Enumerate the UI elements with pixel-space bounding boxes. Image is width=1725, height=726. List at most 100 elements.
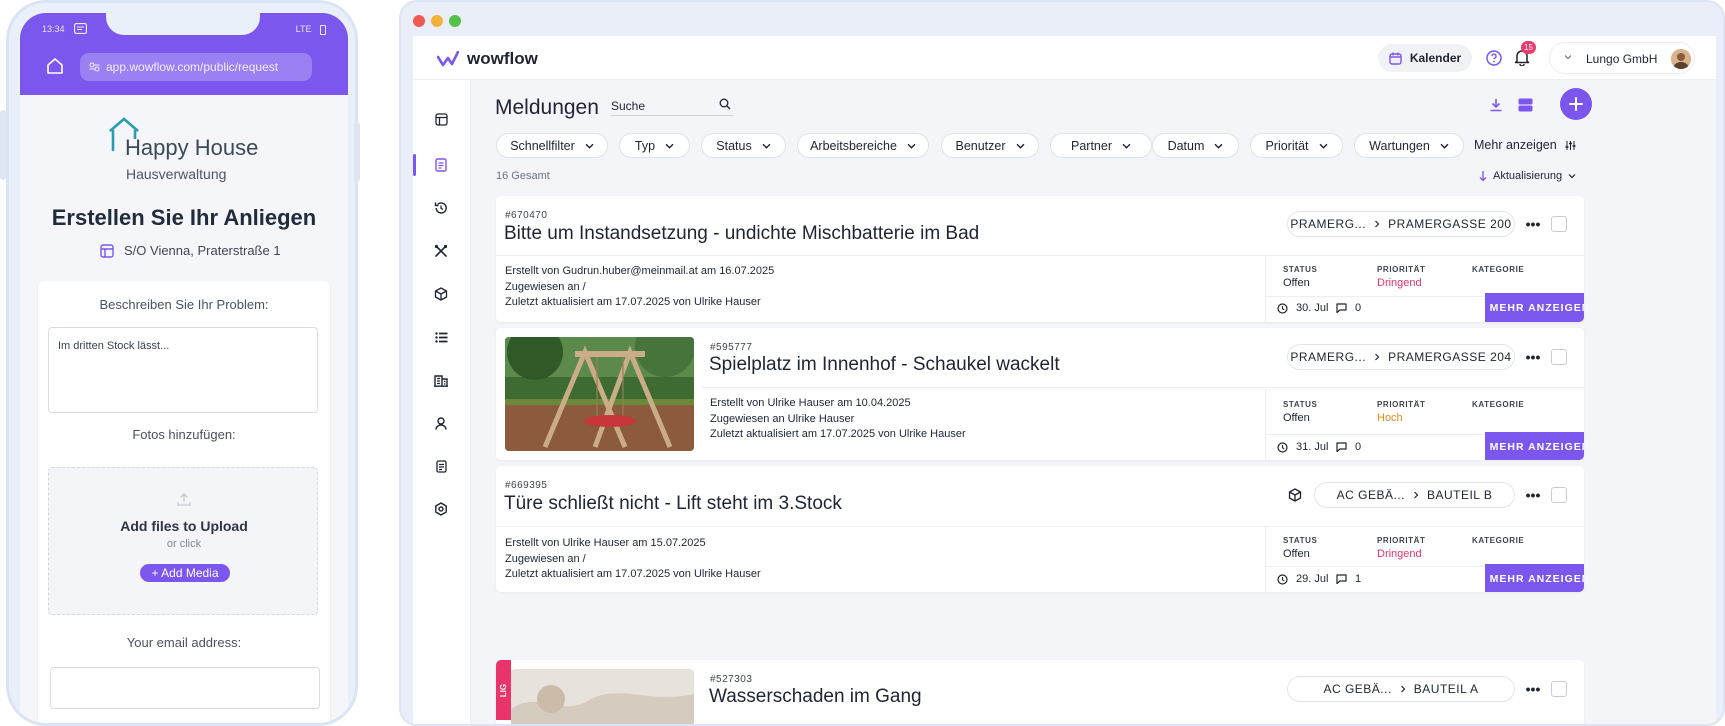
select-checkbox[interactable] bbox=[1551, 681, 1567, 697]
priority-header: PRIORITÄT bbox=[1377, 265, 1426, 274]
home-icon[interactable] bbox=[46, 57, 64, 75]
history-icon[interactable] bbox=[430, 197, 452, 219]
location-breadcrumb[interactable]: AC GEBÄ... BAUTEIL B bbox=[1314, 482, 1515, 508]
buildings-icon[interactable] bbox=[430, 369, 452, 391]
filter-status[interactable]: Status bbox=[701, 133, 786, 158]
chevron-right-icon bbox=[1400, 685, 1406, 693]
chevron-down-icon bbox=[1016, 143, 1025, 149]
report-id: #527303 bbox=[710, 674, 753, 685]
report-title[interactable]: Wasserschaden im Gang bbox=[709, 686, 922, 708]
select-checkbox[interactable] bbox=[1551, 349, 1567, 365]
search-input[interactable]: Suche bbox=[611, 96, 733, 116]
sort-label: Aktualisierung bbox=[1493, 170, 1563, 182]
filter-benutzer[interactable]: Benutzer bbox=[941, 133, 1039, 158]
clock-icon bbox=[1277, 302, 1288, 314]
filter-schnellfilter[interactable]: Schnellfilter bbox=[496, 133, 608, 158]
calendar-button[interactable]: Kalender bbox=[1378, 44, 1472, 72]
filter-priorität[interactable]: Priorität bbox=[1250, 133, 1343, 158]
notification-badge: 15 bbox=[1521, 41, 1536, 54]
location-child: PRAMERGASSE 200 bbox=[1388, 217, 1512, 231]
card-divider bbox=[1265, 387, 1266, 460]
sort-arrow-icon bbox=[1479, 170, 1487, 182]
location-text: S/O Vienna, Praterstraße 1 bbox=[124, 243, 281, 258]
add-report-button[interactable] bbox=[1560, 88, 1592, 120]
chevron-right-icon bbox=[1413, 491, 1419, 499]
select-checkbox[interactable] bbox=[1551, 216, 1567, 232]
filter-label: Typ bbox=[634, 138, 656, 153]
filter-label: Schnellfilter bbox=[510, 138, 575, 153]
more-options-icon[interactable]: ••• bbox=[1526, 681, 1541, 697]
sort-dropdown[interactable]: Aktualisierung bbox=[1479, 170, 1576, 182]
phone-side-button bbox=[0, 110, 6, 180]
report-card[interactable]: #595777 Spielplatz im Innenhof - Schauke… bbox=[496, 328, 1584, 460]
search-icon[interactable] bbox=[719, 98, 731, 110]
show-more-button[interactable]: MEHR ANZEIGEN bbox=[1485, 564, 1584, 592]
phone-notch bbox=[106, 13, 260, 35]
report-title[interactable]: Türe schließt nicht - Lift steht im 3.St… bbox=[504, 493, 842, 515]
url-text: app.wowflow.com/public/request bbox=[106, 60, 279, 74]
filter-wartungen[interactable]: Wartungen bbox=[1354, 133, 1464, 158]
more-options-icon[interactable]: ••• bbox=[1526, 216, 1541, 232]
chevron-down-icon bbox=[1319, 143, 1328, 149]
location-breadcrumb[interactable]: PRAMERG... PRAMERGASSE 200 bbox=[1287, 211, 1515, 237]
plus-icon bbox=[1569, 97, 1583, 111]
brand-subtitle: Hausverwaltung bbox=[126, 166, 227, 182]
report-card[interactable]: #669395 Türe schließt nicht - Lift steht… bbox=[496, 466, 1584, 592]
report-photo-playground[interactable] bbox=[505, 337, 694, 451]
sliders-icon bbox=[1565, 140, 1576, 151]
settings-gear-icon[interactable] bbox=[430, 498, 452, 520]
report-meta: Erstellt von Gudrun.huber@meinmail.at am… bbox=[505, 265, 775, 308]
report-title[interactable]: Bitte um Instandsetzung - undichte Misch… bbox=[504, 223, 979, 245]
brand-logo[interactable]: wowflow bbox=[437, 49, 538, 69]
show-more-button[interactable]: MEHR ANZEIGEN bbox=[1485, 293, 1584, 322]
chevron-down-icon bbox=[1122, 143, 1131, 149]
upload-icon bbox=[177, 492, 191, 506]
filter-partner[interactable]: Partner bbox=[1050, 133, 1152, 158]
help-icon[interactable] bbox=[1486, 50, 1502, 66]
download-icon[interactable] bbox=[1489, 98, 1503, 112]
card-view-icon[interactable] bbox=[1518, 98, 1533, 112]
upload-hint: or click bbox=[166, 538, 202, 550]
account-switcher[interactable]: Lungo GmbH bbox=[1549, 42, 1695, 74]
select-checkbox[interactable] bbox=[1551, 487, 1567, 503]
card-divider bbox=[1265, 526, 1266, 592]
cube-icon bbox=[1288, 488, 1302, 502]
url-bar[interactable]: app.wowflow.com/public/request bbox=[80, 53, 312, 81]
report-title[interactable]: Spielplatz im Innenhof - Schaukel wackel… bbox=[709, 354, 1060, 376]
add-media-button[interactable]: + Add Media bbox=[140, 564, 230, 582]
email-field[interactable] bbox=[50, 667, 320, 709]
reports-icon[interactable] bbox=[430, 154, 452, 176]
maximize-window-dot[interactable] bbox=[449, 15, 461, 27]
more-filters-button[interactable]: Mehr anzeigen bbox=[1474, 138, 1576, 152]
user-icon[interactable] bbox=[430, 412, 452, 434]
report-photo-water-damage[interactable] bbox=[511, 669, 694, 724]
report-card[interactable]: #670470 Bitte um Instandsetzung - undich… bbox=[496, 196, 1584, 322]
filter-label: Partner bbox=[1071, 138, 1112, 153]
show-more-button[interactable]: MEHR ANZEIGEN bbox=[1485, 432, 1584, 460]
dashboard-icon[interactable] bbox=[430, 108, 452, 130]
priority-value: Dringend bbox=[1377, 548, 1422, 560]
more-options-icon[interactable]: ••• bbox=[1526, 349, 1541, 365]
filter-datum[interactable]: Datum bbox=[1152, 133, 1239, 158]
clock-icon bbox=[1277, 441, 1288, 453]
close-window-dot[interactable] bbox=[413, 15, 425, 27]
location-breadcrumb[interactable]: AC GEBÄ... BAUTEIL A bbox=[1287, 676, 1515, 702]
filter-arbeitsbereiche[interactable]: Arbeitsbereiche bbox=[797, 133, 929, 158]
problem-textarea[interactable]: Im dritten Stock lässt... bbox=[48, 327, 318, 413]
filter-typ[interactable]: Typ bbox=[619, 133, 690, 158]
list-icon[interactable] bbox=[430, 326, 452, 348]
more-options-icon[interactable]: ••• bbox=[1526, 487, 1541, 503]
report-card[interactable]: LIG #527303 Wasserschaden im Gang AC GEB… bbox=[496, 660, 1584, 724]
cube-icon[interactable] bbox=[430, 283, 452, 305]
describe-label: Beschreiben Sie Ihr Problem: bbox=[99, 297, 269, 312]
comment-count: 0 bbox=[1336, 302, 1361, 314]
tools-icon[interactable] bbox=[430, 240, 452, 262]
search-text: Suche bbox=[611, 99, 646, 113]
brand-name: wowflow bbox=[467, 49, 538, 68]
urgent-tag: LIG bbox=[496, 660, 511, 720]
upload-dropzone[interactable]: Add files to Upload or click + Add Media bbox=[48, 467, 318, 615]
document-icon[interactable] bbox=[430, 455, 452, 477]
comment-icon bbox=[1336, 303, 1347, 313]
location-breadcrumb[interactable]: PRAMERG... PRAMERGASSE 204 bbox=[1287, 344, 1515, 370]
minimize-window-dot[interactable] bbox=[431, 15, 443, 27]
